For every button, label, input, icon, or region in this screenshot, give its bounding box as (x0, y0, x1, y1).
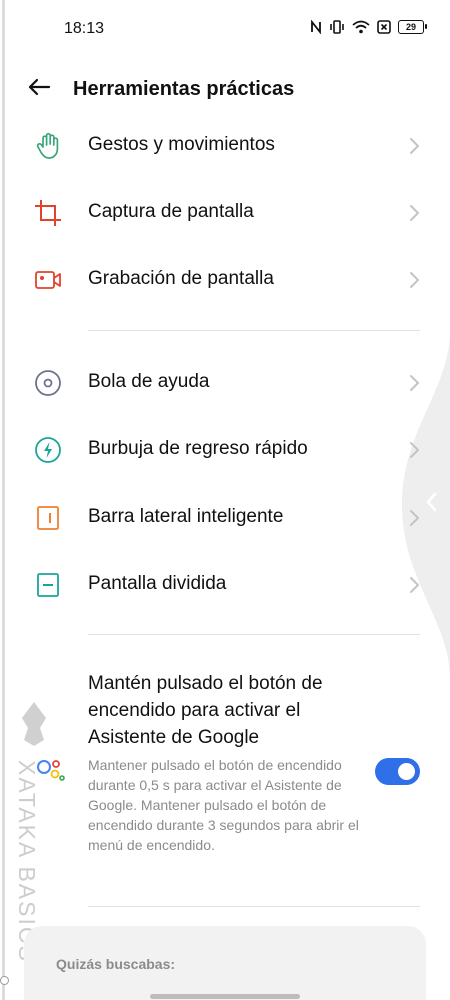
home-indicator[interactable] (150, 994, 300, 999)
status-icons: 29 (310, 20, 427, 34)
status-time: 18:13 (64, 20, 105, 37)
section-divider (88, 906, 420, 907)
crop-icon (34, 199, 62, 227)
settings-item-label: Barra lateral inteligente (88, 506, 284, 527)
section-divider (88, 330, 420, 331)
chevron-right-icon (407, 373, 421, 393)
watermark-logo-icon (18, 700, 50, 748)
vibrate-icon (329, 20, 345, 34)
settings-item-quick-return-bubble[interactable]: Burbuja de regreso rápido (0, 420, 450, 480)
header: Herramientas prácticas (0, 66, 450, 116)
status-bar: 18:13 29 (0, 0, 450, 58)
chevron-right-icon (407, 203, 421, 223)
settings-item-assist-ball[interactable]: Bola de ayuda (0, 353, 450, 413)
assistant-toggle-switch[interactable] (375, 758, 420, 785)
wifi-icon (352, 20, 370, 34)
left-edge-dot (0, 976, 9, 985)
chevron-right-icon (407, 575, 421, 595)
suggestions-card: Quizás buscabas: (24, 926, 426, 1000)
settings-item-split-screen[interactable]: Pantalla dividida (0, 555, 450, 615)
settings-item-screen-recording[interactable]: Grabación de pantalla (0, 250, 450, 310)
video-record-icon (34, 266, 62, 294)
settings-item-label: Grabación de pantalla (88, 268, 274, 289)
split-screen-icon (34, 571, 62, 599)
suggestions-label: Quizás buscabas: (56, 956, 176, 972)
settings-item-screenshot[interactable]: Captura de pantalla (0, 183, 450, 243)
assistant-setting-description: Mantener pulsado el botón de encendido d… (88, 757, 359, 853)
assistant-setting-title: Mantén pulsado el botón de encendido par… (88, 673, 323, 748)
arrow-left-icon (27, 78, 51, 101)
toggle-knob (398, 763, 415, 780)
settings-item-gestures[interactable]: Gestos y movimientos (0, 116, 450, 176)
chevron-right-icon (407, 136, 421, 156)
page-title: Herramientas prácticas (73, 78, 295, 100)
hand-gesture-icon (34, 132, 62, 160)
back-button[interactable] (24, 74, 54, 104)
settings-item-smart-sidebar[interactable]: Barra lateral inteligente (0, 488, 450, 548)
nfc-icon (310, 20, 322, 34)
settings-item-label: Pantalla dividida (88, 573, 227, 594)
battery-icon: 29 (398, 20, 427, 34)
settings-item-label: Bola de ayuda (88, 371, 210, 392)
google-assistant-icon (36, 758, 66, 784)
side-bar-icon (34, 504, 62, 532)
settings-item-label: Burbuja de regreso rápido (88, 438, 308, 459)
settings-item-label: Gestos y movimientos (88, 134, 275, 155)
bolt-bubble-icon (34, 436, 62, 464)
chevron-right-icon (407, 270, 421, 290)
section-divider (88, 634, 420, 635)
assist-ball-icon (34, 369, 62, 397)
chevron-right-icon (407, 440, 421, 460)
settings-item-label: Captura de pantalla (88, 201, 254, 222)
chevron-right-icon (407, 508, 421, 528)
sim-off-icon (377, 20, 391, 34)
